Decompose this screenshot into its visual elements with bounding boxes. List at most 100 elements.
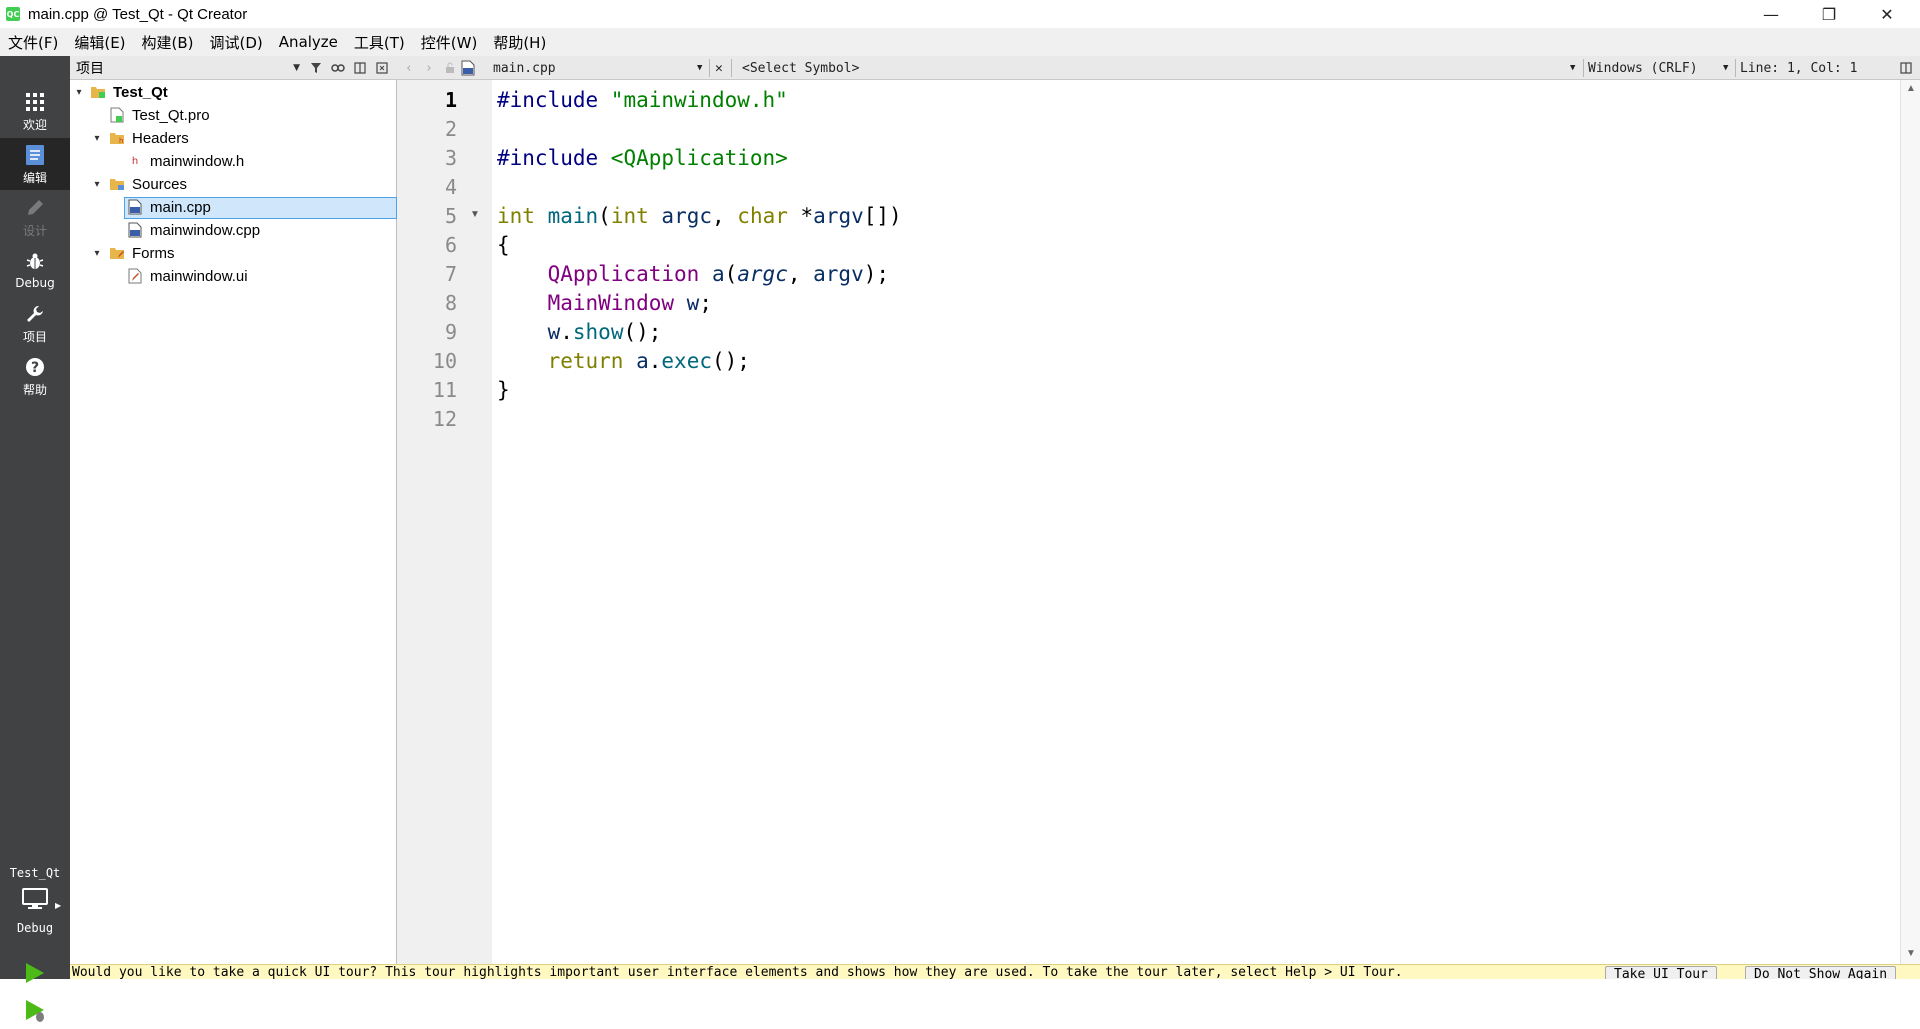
toolbar-separator bbox=[709, 59, 710, 77]
scroll-down-icon[interactable]: ▼ bbox=[1906, 948, 1916, 959]
mode-debug-label: Debug bbox=[15, 276, 55, 290]
split-editor-icon[interactable] bbox=[1900, 56, 1912, 80]
chevron-down-icon[interactable]: ▾ bbox=[73, 86, 85, 98]
mode-welcome[interactable]: 欢迎 bbox=[0, 85, 70, 137]
mode-debug[interactable]: Debug bbox=[0, 244, 70, 296]
minimize-button[interactable]: — bbox=[1742, 0, 1800, 28]
chevron-down-icon[interactable]: ▾ bbox=[91, 132, 103, 144]
menu-debug[interactable]: 调试(D) bbox=[202, 32, 271, 53]
tree-item-mainwindow-cpp[interactable]: mainwindow.cpp bbox=[70, 219, 397, 241]
open-document-selector[interactable]: main.cpp bbox=[493, 56, 556, 80]
code-token: exec bbox=[661, 349, 712, 373]
chevron-down-icon[interactable]: ▾ bbox=[91, 247, 103, 259]
code-line[interactable]: } bbox=[497, 376, 510, 405]
tree-item-mainwindow-ui[interactable]: mainwindow.ui bbox=[70, 265, 397, 287]
menu-analyze[interactable]: Analyze bbox=[271, 33, 346, 51]
link-icon[interactable] bbox=[328, 58, 348, 78]
code-token: (); bbox=[711, 349, 750, 373]
menu-build[interactable]: 构建(B) bbox=[134, 32, 202, 53]
scroll-up-icon[interactable]: ▲ bbox=[1906, 83, 1916, 94]
line-number: 3 bbox=[444, 146, 457, 170]
menu-file[interactable]: 文件(F) bbox=[0, 32, 66, 53]
tree-item-headers[interactable]: ▾ h Headers bbox=[70, 127, 397, 149]
code-token: w bbox=[686, 291, 700, 315]
cpp-file-icon bbox=[461, 56, 475, 80]
code-line[interactable]: MainWindow w; bbox=[497, 289, 712, 318]
line-number: 11 bbox=[432, 378, 457, 402]
code-line[interactable]: QApplication a(argc, argv); bbox=[497, 260, 889, 289]
mode-help[interactable]: ? 帮助 bbox=[0, 350, 70, 402]
take-ui-tour-button[interactable]: Take UI Tour bbox=[1605, 966, 1717, 979]
project-panel-header: 项目 ▼ bbox=[70, 56, 397, 80]
project-view-selector[interactable]: 项目 ▼ bbox=[76, 58, 304, 78]
qt-creator-logo-icon: QC bbox=[6, 7, 20, 21]
lock-icon bbox=[445, 56, 455, 80]
kit-selector-monitor-icon[interactable] bbox=[22, 888, 48, 910]
infobar-message: Would you like to take a quick UI tour? … bbox=[72, 965, 1403, 979]
code-line[interactable]: #include <QApplication> bbox=[497, 144, 788, 173]
tree-item-main-cpp[interactable]: main.cpp bbox=[70, 196, 397, 219]
menu-edit[interactable]: 编辑(E) bbox=[66, 32, 133, 53]
code-token: argv bbox=[813, 262, 864, 286]
close-document-icon[interactable]: ✕ bbox=[715, 56, 723, 80]
ui-file-icon bbox=[127, 268, 143, 284]
chevron-down-icon[interactable]: ▾ bbox=[91, 178, 103, 190]
code-line[interactable]: w.show(); bbox=[497, 318, 662, 347]
code-line[interactable]: { bbox=[497, 231, 510, 260]
run-play-icon bbox=[26, 963, 44, 983]
tree-item-forms[interactable]: ▾ Forms bbox=[70, 242, 397, 264]
restore-button[interactable]: ❐ bbox=[1800, 0, 1858, 28]
fold-marker-icon[interactable]: ▼ bbox=[470, 209, 480, 220]
nav-back-icon[interactable]: ‹ bbox=[405, 56, 413, 80]
filter-icon[interactable] bbox=[306, 58, 326, 78]
code-line[interactable]: int main(int argc, char *argv[]) bbox=[497, 202, 902, 231]
tree-item-label: mainwindow.cpp bbox=[150, 221, 261, 239]
code-token: (); bbox=[623, 320, 662, 344]
code-token: w bbox=[547, 320, 561, 344]
mode-projects[interactable]: 项目 bbox=[0, 297, 70, 349]
run-button[interactable] bbox=[22, 961, 46, 985]
close-panel-icon[interactable] bbox=[372, 58, 392, 78]
menu-controls[interactable]: 控件(W) bbox=[413, 32, 486, 53]
close-button[interactable]: ✕ bbox=[1858, 0, 1916, 28]
mode-welcome-label: 欢迎 bbox=[22, 117, 47, 132]
nav-forward-icon[interactable]: › bbox=[425, 56, 433, 80]
window-title: main.cpp @ Test_Qt - Qt Creator bbox=[28, 5, 248, 23]
svg-text:h: h bbox=[119, 137, 123, 145]
symbol-dropdown-arrow-icon[interactable]: ▼ bbox=[1570, 56, 1575, 80]
code-token: argv bbox=[813, 204, 864, 228]
code-token: #include bbox=[497, 146, 611, 170]
code-token: argc bbox=[737, 262, 788, 286]
symbol-selector[interactable]: <Select Symbol> bbox=[742, 56, 859, 80]
tree-item-label: Test_Qt.pro bbox=[132, 106, 210, 124]
line-ending-selector[interactable]: Windows (CRLF) bbox=[1588, 56, 1698, 80]
line-number: 4 bbox=[444, 175, 457, 199]
line-ending-dropdown-arrow-icon[interactable]: ▼ bbox=[1723, 56, 1728, 80]
tree-item-sources[interactable]: ▾ Sources bbox=[70, 173, 397, 195]
code-line[interactable]: #include "mainwindow.h" bbox=[497, 86, 788, 115]
tree-item-test-qt[interactable]: ▾ Test_Qt bbox=[70, 81, 397, 103]
code-token: argc bbox=[661, 204, 712, 228]
vertical-scrollbar[interactable]: ▲ ▼ bbox=[1900, 80, 1920, 964]
do-not-show-again-button[interactable]: Do Not Show Again bbox=[1745, 966, 1897, 979]
kit-project-label: Test_Qt bbox=[9, 866, 61, 880]
code-token: show bbox=[572, 320, 624, 344]
start-debugging-button[interactable] bbox=[22, 998, 48, 1024]
document-dropdown-arrow-icon[interactable]: ▼ bbox=[697, 56, 702, 80]
tree-item-label: mainwindow.h bbox=[150, 152, 245, 170]
menu-help[interactable]: 帮助(H) bbox=[485, 32, 554, 53]
code-line[interactable]: return a.exec(); bbox=[497, 347, 750, 376]
editor-toolbar: ‹ › main.cpp ▼ ✕ <Select Symbol> ▼ Windo… bbox=[397, 56, 1920, 80]
split-icon[interactable] bbox=[350, 58, 370, 78]
cursor-position[interactable]: Line: 1, Col: 1 bbox=[1740, 56, 1857, 80]
kit-selector-arrow-icon[interactable]: ▶ bbox=[55, 901, 61, 910]
menu-tools[interactable]: 工具(T) bbox=[346, 32, 413, 53]
mode-edit[interactable]: 编辑 bbox=[0, 138, 70, 190]
tree-item-test-qt-pro[interactable]: Test_Qt.pro bbox=[70, 104, 397, 126]
mode-design[interactable]: 设计 bbox=[0, 191, 70, 243]
tree-item-mainwindow-h[interactable]: h mainwindow.h bbox=[70, 150, 397, 172]
